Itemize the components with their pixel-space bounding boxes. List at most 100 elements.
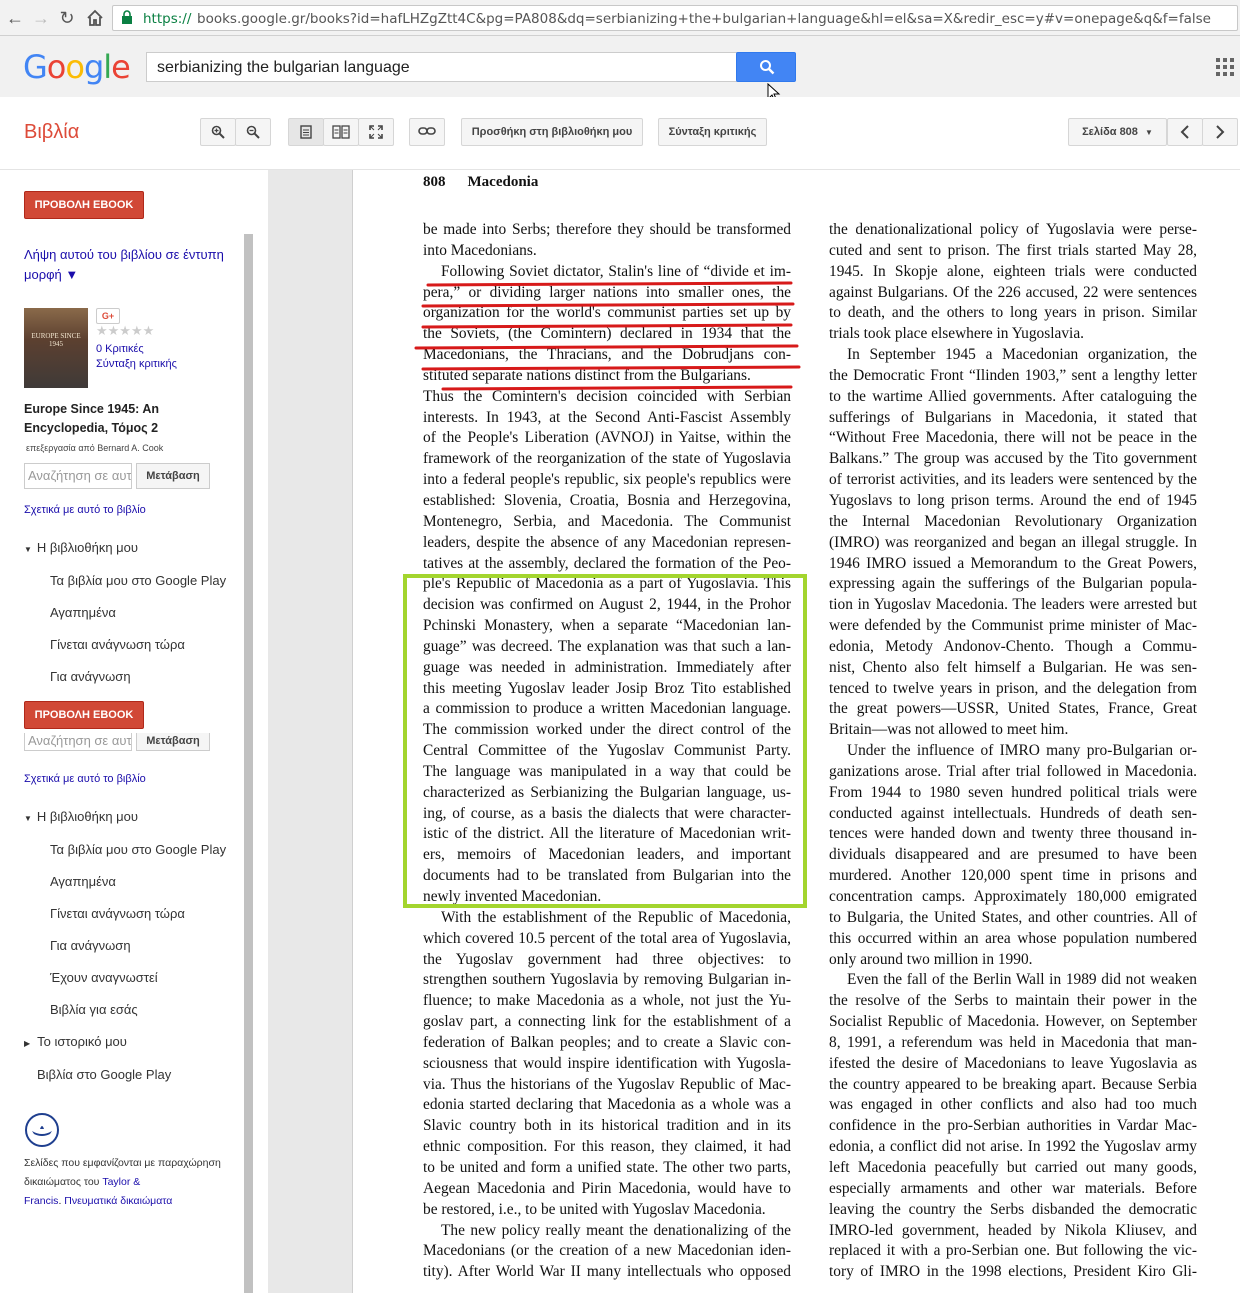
zoom-in-icon (211, 125, 225, 139)
write-review-button[interactable]: Σύνταξη κριτικής (658, 118, 767, 146)
fullscreen-button[interactable] (358, 118, 394, 146)
chevron-right-icon (1216, 125, 1225, 139)
text-line: replaced it with a pro-Serbian one. But … (829, 1242, 1197, 1260)
sidebar-item-favorites[interactable]: Αγαπημένα (50, 605, 116, 620)
text-line: into a federal people's republic, six pe… (423, 471, 791, 489)
text-line: The commission worked under the direct c… (423, 721, 791, 739)
google-plus-button[interactable]: G+ (96, 308, 120, 324)
my-history-header[interactable]: ▶ Το ιστορικό μου (24, 1034, 127, 1049)
text-line: Aegean Macedonia and Pirin Macedonia, wo… (423, 1179, 791, 1197)
copyright-notice-line-2: δικαιώματος του Taylor & (24, 1176, 140, 1188)
text-line: especially armaments and other war mater… (829, 1179, 1197, 1197)
sidebar-item-my-books[interactable]: Τα βιβλία μου στο Google Play (50, 573, 226, 588)
text-line: leaving the country the Serbs disbanded … (829, 1200, 1197, 1218)
book-cover-title: EUROPE SINCE 1945 (31, 332, 81, 348)
publisher-link[interactable]: Taylor & (102, 1176, 140, 1188)
text-line: Macedonians, the Thracians, and the Dobr… (423, 346, 791, 364)
write-review-link[interactable]: Σύνταξη κριτικής (96, 358, 177, 370)
two-page-view-button[interactable] (323, 118, 359, 146)
back-icon[interactable]: ← (4, 7, 26, 29)
sidebar-scrollbar[interactable] (244, 234, 253, 1293)
copyright-link[interactable]: Πνευματικά δικαιώματα (64, 1195, 172, 1207)
url-input[interactable]: https:// books.google.gr/books?id=hafLHZ… (112, 5, 1238, 31)
text-line: Following Soviet dictator, Stalin's line… (441, 262, 791, 280)
view-ebook-button-sticky[interactable]: ΠΡΟΒΟΛΗ EBOOK (24, 701, 144, 729)
sidebar-item-to-read[interactable]: Για ανάγνωση (50, 669, 131, 684)
books-title[interactable]: Βιβλία (24, 121, 79, 144)
my-history-label: Το ιστορικό μου (37, 1034, 127, 1049)
print-book-link-dropdown[interactable]: μορφή ▼ (24, 267, 78, 282)
text-line: 1946 IMRO issued a Memorandum to the Gre… (829, 554, 1197, 572)
sidebar: ΠΡΟΒΟΛΗ EBOOK Λήψη αυτού του βιβλίου σε … (0, 170, 268, 1293)
text-line: Under the influence of IMRO many pro-Bul… (847, 742, 1197, 760)
text-line: into Macedonians. (423, 241, 537, 259)
text-line: the denationalizational policy of Yugosl… (829, 221, 1197, 238)
text-line: Slavic country both in its historical tr… (423, 1117, 791, 1135)
text-line: stituted separate nations distinct from … (423, 366, 751, 384)
go-button-sticky[interactable]: Μετάβαση (136, 733, 210, 751)
text-line: interests. In 1943, at the Second Anti-F… (423, 408, 791, 426)
reviews-link[interactable]: 0 Κριτικές (96, 343, 144, 355)
about-book-link-sticky[interactable]: Σχετικά με αυτό το βιβλίο (24, 773, 146, 785)
google-logo[interactable]: Google (23, 48, 131, 86)
publisher-link-2[interactable]: Francis (24, 1195, 58, 1207)
text-line: which covered 10.5 percent of the total … (423, 929, 791, 947)
single-page-icon (300, 125, 312, 139)
previous-page-button[interactable] (1167, 118, 1203, 146)
reload-icon[interactable]: ↻ (56, 7, 78, 29)
search-box[interactable] (146, 52, 738, 82)
page-header: 808 Macedonia (423, 174, 560, 191)
books-toolbar: Βιβλία Προσθήκη στη βιβλιοθήκη μου Σύντα… (0, 97, 1240, 170)
browser-address-bar: ← → ↻ https:// books.google.gr/books?id=… (0, 0, 1240, 36)
page-select[interactable]: Σελίδα 808 ▼ (1068, 118, 1167, 146)
copyright-notice-line-3: Francis. Πνευματικά δικαιώματα (24, 1195, 173, 1207)
text-line: of terrorist activities, and its leaders… (829, 471, 1197, 489)
sidebar-item-reading-now[interactable]: Γίνεται ανάγνωση τώρα (50, 637, 185, 652)
sidebar-item-favorites[interactable]: Αγαπημένα (50, 874, 116, 889)
text-line: Pchinski Monastery, when a separate “Mac… (423, 617, 791, 635)
triangle-down-icon: ▼ (24, 545, 32, 554)
text-line: Montenegro, Serbia, and Macedonia. The C… (423, 512, 791, 530)
book-cover[interactable]: EUROPE SINCE 1945 (24, 308, 88, 388)
search-in-book-input-sticky[interactable]: Αναζήτηση σε αυτό (24, 733, 132, 751)
book-page[interactable]: 808 Macedonia be made into Serbs; therefo… (352, 170, 1240, 1293)
search-button[interactable] (736, 52, 796, 82)
sidebar-item-have-read[interactable]: Έχουν αναγνωστεί (50, 970, 158, 985)
text-line: federation of Balkan peoples; and to cre… (423, 1033, 791, 1051)
view-ebook-button[interactable]: ΠΡΟΒΟΛΗ EBOOK (24, 191, 144, 219)
sidebar-item-to-read[interactable]: Για ανάγνωση (50, 938, 131, 953)
apps-grid-icon[interactable] (1216, 58, 1234, 76)
copyright-owner-label: δικαιώματος του (24, 1176, 100, 1188)
books-on-google-play-link[interactable]: Βιβλία στο Google Play (37, 1067, 171, 1082)
add-to-library-button[interactable]: Προσθήκη στη βιβλιοθήκη μου (461, 118, 643, 146)
chevron-down-icon: ▼ (1144, 128, 1153, 137)
text-line: sufferings of Bulgarians in Macedonia, i… (829, 408, 1197, 426)
zoom-in-button[interactable] (200, 118, 236, 146)
single-page-view-button[interactable] (288, 118, 324, 146)
search-in-book-input[interactable]: Αναζήτηση σε αυτό (24, 463, 132, 489)
print-book-link[interactable]: Λήψη αυτού του βιβλίου σε έντυπη (24, 247, 224, 262)
sidebar-item-books-for-you[interactable]: Βιβλία για εσάς (50, 1002, 138, 1017)
text-line: pera,” or dividing larger nations into s… (423, 283, 791, 301)
text-line: tity). After World War II many intellect… (423, 1263, 791, 1281)
zoom-out-button[interactable] (235, 118, 271, 146)
text-line: tion in Yugoslav Macedonia. The leaders … (829, 596, 1197, 614)
text-line: ifested the desire of Macedonians to lea… (829, 1054, 1197, 1072)
page-select-label: Σελίδα 808 (1082, 126, 1138, 138)
my-library-header[interactable]: ▼ Η βιβλιοθήκη μου (24, 540, 138, 555)
about-book-link[interactable]: Σχετικά με αυτό το βιβλίο (24, 504, 146, 516)
search-input[interactable] (155, 58, 729, 78)
text-line: the Internal Macedonian Revolutionary Or… (829, 512, 1197, 530)
my-library-header-2[interactable]: ▼ Η βιβλιοθήκη μου (24, 809, 138, 824)
text-line: to the wartime Allied governments. After… (829, 387, 1197, 405)
forward-icon[interactable]: → (30, 7, 52, 29)
next-page-button[interactable] (1202, 118, 1238, 146)
home-icon[interactable] (84, 7, 106, 29)
sidebar-item-reading-now[interactable]: Γίνεται ανάγνωση τώρα (50, 906, 185, 921)
link-button[interactable] (409, 118, 445, 146)
text-line: characterized as Serbianizing the Bulgar… (423, 783, 791, 801)
text-line: Balkans.” The group was accused by the T… (829, 450, 1197, 468)
publisher-lamp-icon (25, 1113, 59, 1147)
go-button[interactable]: Μετάβαση (136, 463, 210, 489)
sidebar-item-my-books[interactable]: Τα βιβλία μου στο Google Play (50, 842, 226, 857)
